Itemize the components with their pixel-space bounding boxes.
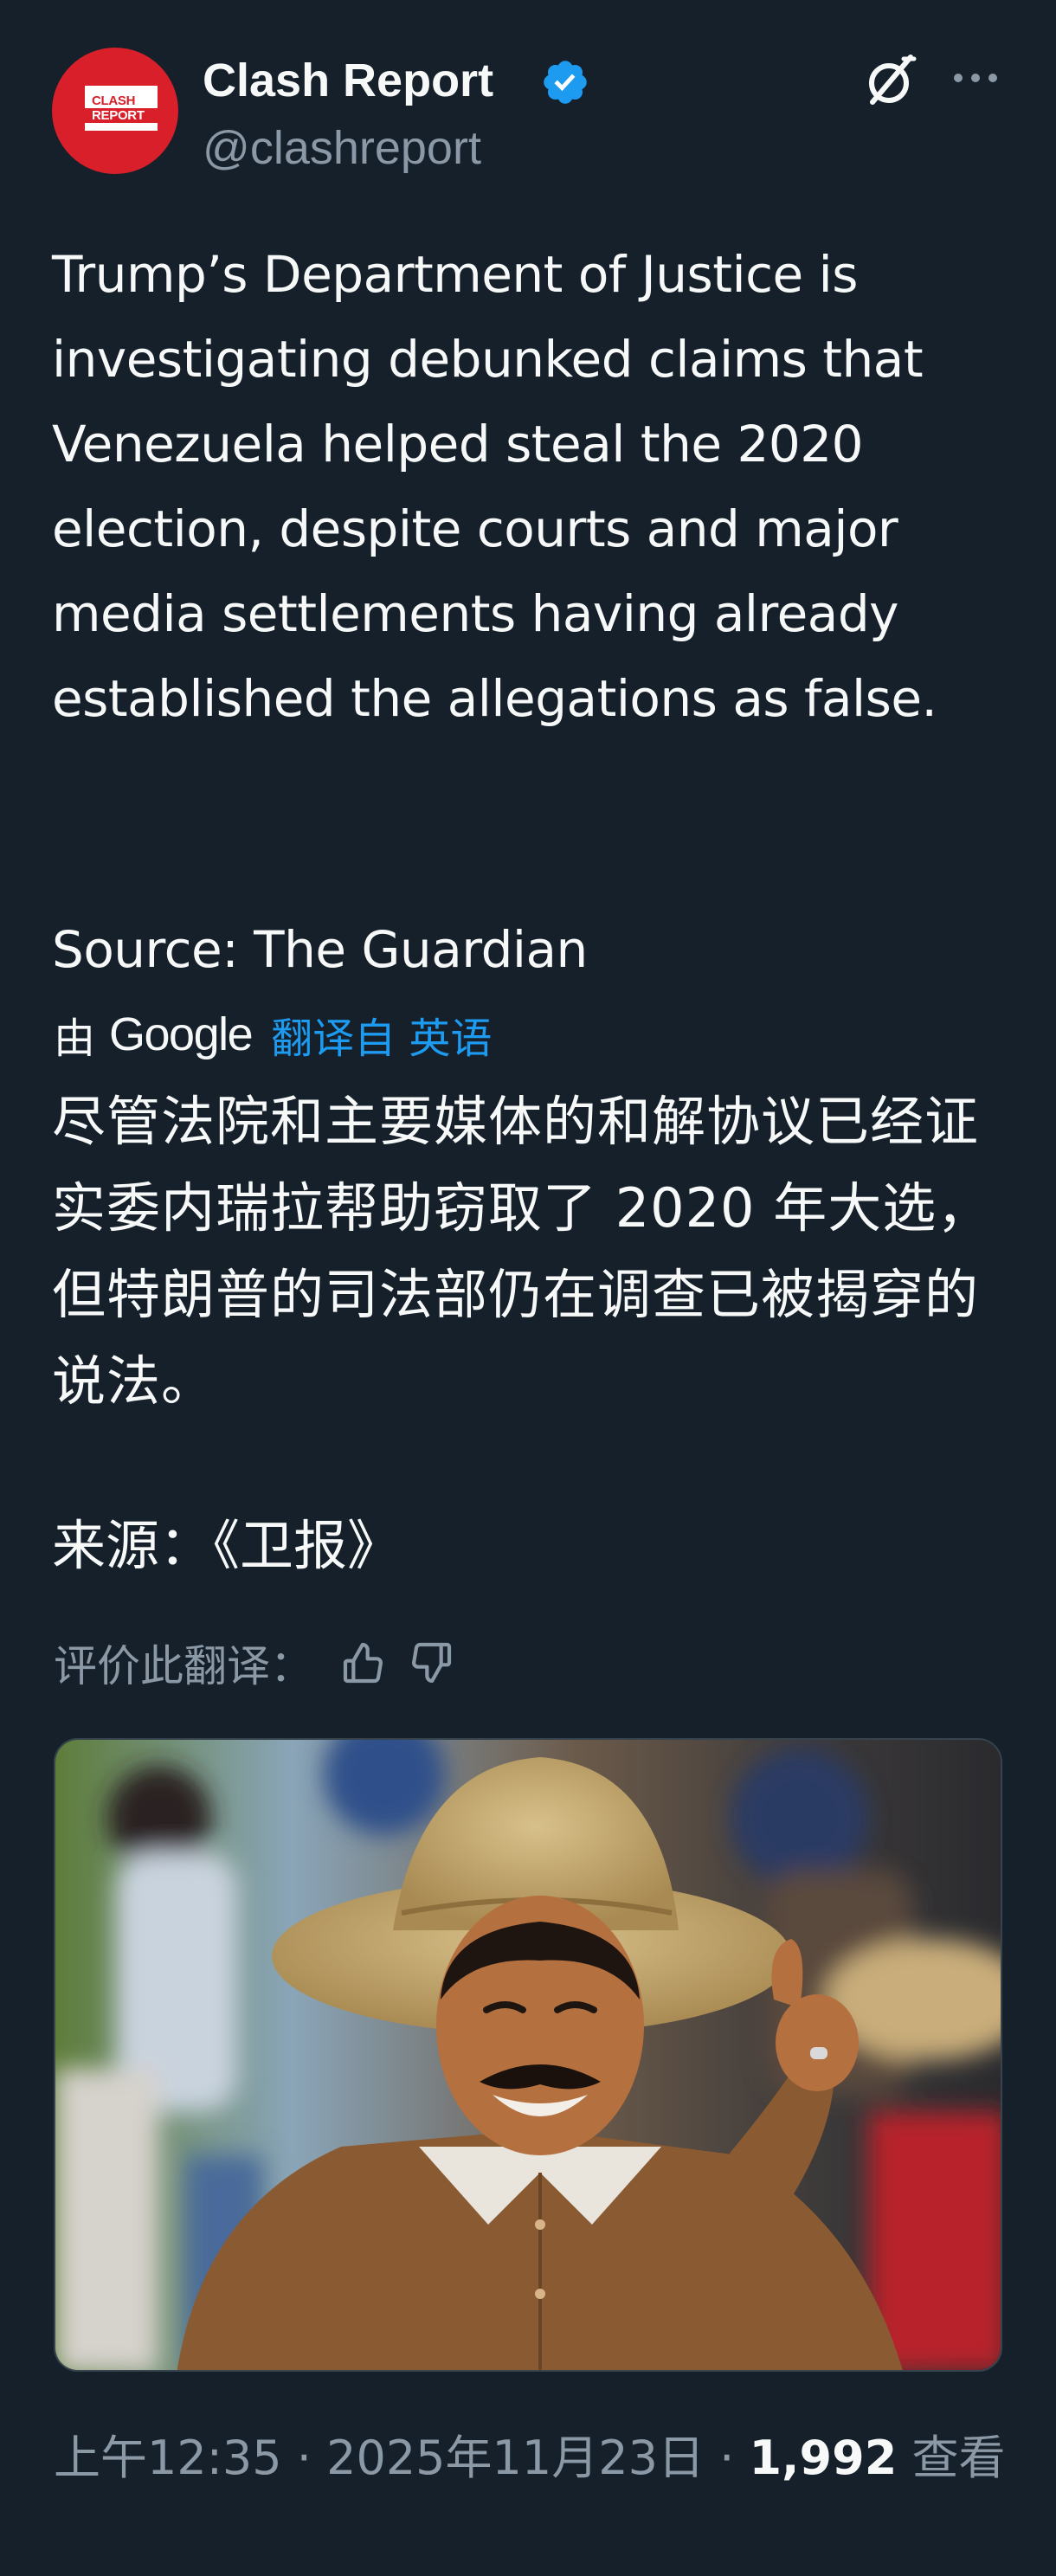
translated-source-line: 来源：《卫报》 (52, 1514, 402, 1577)
photo-illustration (55, 1740, 1001, 2370)
user-handle[interactable]: @clashreport (203, 121, 481, 175)
tweet-photo[interactable] (54, 1738, 1002, 2372)
rate-translation: 评价此翻译： (54, 1633, 474, 1693)
show-original-link[interactable]: 翻译自 英语 (271, 1004, 492, 1065)
logo-line-1: CLASH (92, 93, 136, 108)
tweet-text: Trump’s Department of Justice is investi… (52, 245, 939, 728)
logo-line-2: REPORT (85, 108, 158, 123)
more-icon[interactable] (952, 69, 999, 87)
tweet-source-line: Source: The Guardian (52, 920, 588, 979)
thumbs-down-icon[interactable] (407, 1639, 455, 1687)
translation-attribution: 由 Google 翻译自 英语 (54, 1004, 492, 1065)
clash-report-logo: CLASH REPORT (85, 86, 158, 131)
rate-translation-label: 评价此翻译： (54, 1641, 313, 1691)
views-count: 1,992 (749, 2431, 898, 2485)
avatar[interactable]: CLASH REPORT (52, 48, 178, 174)
display-name[interactable]: Clash Report (203, 54, 493, 107)
tweet-meta: 上午12:35 · 2025年11月23日 · 1,992 查看 (54, 2424, 1006, 2493)
verified-badge-icon[interactable] (540, 57, 590, 107)
google-logo: Google (109, 1008, 254, 1060)
thumbs-up-icon[interactable] (339, 1639, 388, 1687)
timestamp[interactable]: 上午12:35 · 2025年11月23日 · (54, 2431, 749, 2485)
translated-text: 尽管法院和主要媒体的和解协议已经证实委内瑞拉帮助窃取了 2020 年大选，但特朗… (52, 1090, 992, 1413)
grok-icon[interactable] (860, 50, 921, 111)
translated-by-label: 由 (54, 1014, 96, 1063)
views-label: 查看 (897, 2431, 1006, 2485)
